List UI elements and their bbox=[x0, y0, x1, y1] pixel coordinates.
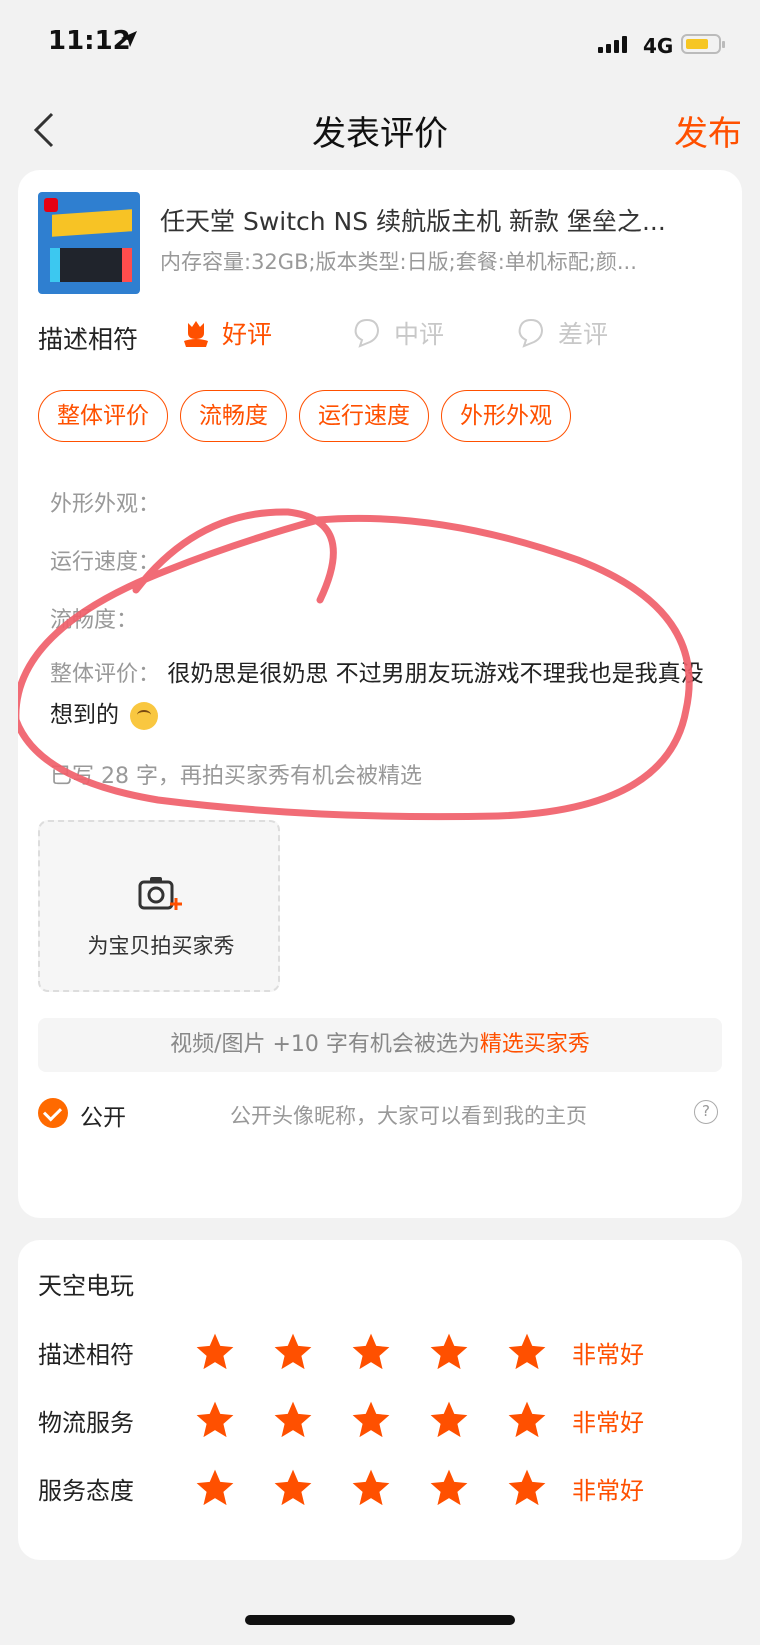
star-icon[interactable] bbox=[428, 1467, 470, 1509]
battery-icon bbox=[681, 34, 725, 54]
star-icon[interactable] bbox=[194, 1399, 236, 1441]
camera-plus-icon bbox=[138, 877, 182, 910]
add-photo-label: 为宝贝拍买家秀 bbox=[87, 934, 235, 958]
tip-text: 视频/图片 +10 字有机会被选为 bbox=[170, 1032, 480, 1057]
tag-list: 整体评价 流畅度 运行速度 外形外观 bbox=[38, 390, 571, 442]
star-icon[interactable] bbox=[506, 1331, 548, 1373]
photo-tip-banner: 视频/图片 +10 字有机会被选为精选买家秀 bbox=[38, 1018, 722, 1072]
review-line-appearance[interactable]: 外形外观： bbox=[50, 486, 160, 518]
product-thumbnail bbox=[38, 192, 140, 294]
public-description: 公开头像昵称，大家可以看到我的主页 bbox=[230, 1104, 587, 1128]
product-spec: 内存容量:32GB;版本类型:日版;套餐:单机标配;颜... bbox=[160, 250, 637, 274]
star-icon[interactable] bbox=[350, 1467, 392, 1509]
neutral-face-icon bbox=[354, 318, 380, 348]
star-icon[interactable] bbox=[506, 1467, 548, 1509]
add-photo-button[interactable]: 为宝贝拍买家秀 bbox=[38, 820, 280, 992]
star-rating[interactable] bbox=[194, 1399, 548, 1441]
public-checkbox[interactable] bbox=[38, 1098, 68, 1128]
score-row-logistics: 物流服务 非常好 bbox=[38, 1400, 644, 1440]
upside-down-face-emoji bbox=[130, 701, 159, 730]
flower-icon bbox=[184, 321, 208, 347]
review-line-speed[interactable]: 运行速度： bbox=[50, 544, 160, 576]
product-title: 任天堂 Switch NS 续航版主机 新款 堡垒之... bbox=[160, 207, 666, 236]
star-icon[interactable] bbox=[428, 1331, 470, 1373]
shop-rating-card: 天空电玩 描述相符 非常好 物流服务 非常好 服务态度 非常好 bbox=[18, 1240, 742, 1560]
overall-label: 整体评价： bbox=[50, 662, 161, 687]
rating-option-label: 中评 bbox=[394, 320, 445, 349]
tag-overall[interactable]: 整体评价 bbox=[38, 390, 168, 442]
score-label: 物流服务 bbox=[38, 1408, 134, 1437]
star-icon[interactable] bbox=[272, 1399, 314, 1441]
signal-bars-icon bbox=[598, 36, 627, 53]
rating-option-neutral[interactable]: 中评 bbox=[350, 315, 444, 351]
nav-bar: 发表评价 发布 bbox=[0, 90, 760, 170]
score-text: 非常好 bbox=[572, 1340, 644, 1369]
shop-name: 天空电玩 bbox=[38, 1272, 134, 1300]
help-icon[interactable]: ? bbox=[694, 1100, 718, 1124]
star-icon[interactable] bbox=[350, 1331, 392, 1373]
star-icon[interactable] bbox=[272, 1331, 314, 1373]
review-line-smoothness[interactable]: 流畅度： bbox=[50, 602, 138, 634]
tag-speed[interactable]: 运行速度 bbox=[299, 390, 429, 442]
score-label: 服务态度 bbox=[38, 1476, 134, 1505]
rating-label: 描述相符 bbox=[38, 325, 139, 354]
publish-button[interactable]: 发布 bbox=[674, 106, 742, 155]
star-icon[interactable] bbox=[272, 1467, 314, 1509]
page-title: 发表评价 bbox=[312, 114, 448, 154]
score-row-service: 服务态度 非常好 bbox=[38, 1468, 644, 1508]
rating-option-good[interactable]: 好评 bbox=[180, 315, 272, 351]
star-icon[interactable] bbox=[350, 1399, 392, 1441]
network-type: 4G bbox=[643, 34, 674, 58]
star-icon[interactable] bbox=[194, 1467, 236, 1509]
rating-option-label: 好评 bbox=[222, 320, 273, 349]
tag-smoothness[interactable]: 流畅度 bbox=[180, 390, 287, 442]
rating-option-bad[interactable]: 差评 bbox=[514, 315, 608, 351]
tip-highlight: 精选买家秀 bbox=[479, 1032, 590, 1057]
score-text: 非常好 bbox=[572, 1476, 644, 1505]
score-row-description: 描述相符 非常好 bbox=[38, 1332, 644, 1372]
sad-face-icon bbox=[518, 318, 544, 348]
review-card: 任天堂 Switch NS 续航版主机 新款 堡垒之... 内存容量:32GB;… bbox=[18, 170, 742, 1218]
public-label: 公开 bbox=[80, 1105, 126, 1131]
star-icon[interactable] bbox=[194, 1331, 236, 1373]
review-text-input[interactable]: 整体评价： 很奶思是很奶思 不过男朋友玩游戏不理我也是我真没想到的 bbox=[50, 654, 710, 735]
rating-option-label: 差评 bbox=[558, 320, 609, 349]
star-icon[interactable] bbox=[428, 1399, 470, 1441]
word-count-hint: 已写 28 字，再拍买家秀有机会被精选 bbox=[50, 764, 422, 789]
location-arrow-icon bbox=[121, 31, 137, 47]
score-label: 描述相符 bbox=[38, 1340, 134, 1369]
status-bar: 11:12 4G bbox=[0, 0, 760, 90]
status-time: 11:12 bbox=[48, 26, 131, 56]
tag-appearance[interactable]: 外形外观 bbox=[441, 390, 571, 442]
home-indicator bbox=[245, 1615, 515, 1625]
star-rating[interactable] bbox=[194, 1467, 548, 1509]
star-rating[interactable] bbox=[194, 1331, 548, 1373]
star-icon[interactable] bbox=[506, 1399, 548, 1441]
score-text: 非常好 bbox=[572, 1408, 644, 1437]
